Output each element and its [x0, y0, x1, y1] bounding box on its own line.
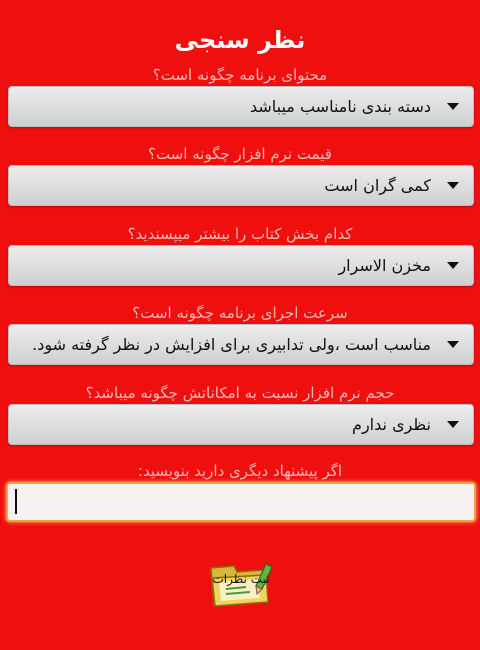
question-label-price: قیمت نرم افزار چگونه است؟: [148, 145, 332, 163]
question-label-size: حجم نرم افزار نسبت به امکاناتش چگونه میب…: [85, 384, 395, 402]
question-label-section: کدام بخش کتاب را بیشتر میپسندید؟: [127, 225, 353, 243]
chevron-down-icon: [447, 103, 459, 110]
text-cursor: [15, 489, 17, 514]
content-dropdown-value: دسته بندی نامناسب میباشد: [249, 97, 431, 116]
page-title: نظر سنجی: [174, 26, 306, 54]
size-dropdown[interactable]: نظری ندارم: [8, 404, 474, 445]
content-dropdown[interactable]: دسته بندی نامناسب میباشد: [8, 86, 474, 127]
chevron-down-icon: [447, 341, 459, 348]
price-dropdown[interactable]: کمی گران است: [8, 165, 474, 206]
speed-dropdown[interactable]: مناسب است ،ولی تدابیری برای افزایش در نظ…: [8, 324, 474, 365]
question-label-speed: سرعت اجرای برنامه چگونه است؟: [132, 304, 348, 322]
question-label-content: محتوای برنامه چگونه است؟: [152, 66, 328, 84]
section-dropdown[interactable]: مخزن الاسرار: [8, 245, 474, 286]
chevron-down-icon: [447, 421, 459, 428]
chevron-down-icon: [447, 262, 459, 269]
chevron-down-icon: [447, 182, 459, 189]
speed-dropdown-value: مناسب است ،ولی تدابیری برای افزایش در نظ…: [32, 335, 431, 354]
suggestion-label: اگر پیشنهاد دیگری دارید بنویسید:: [137, 462, 343, 480]
submit-button-label: ثبت نظرات: [212, 572, 270, 586]
suggestion-input[interactable]: [6, 482, 476, 522]
size-dropdown-value: نظری ندارم: [352, 415, 431, 434]
price-dropdown-value: کمی گران است: [324, 176, 431, 195]
section-dropdown-value: مخزن الاسرار: [338, 256, 431, 275]
submit-button[interactable]: ثبت نظرات: [206, 556, 276, 610]
